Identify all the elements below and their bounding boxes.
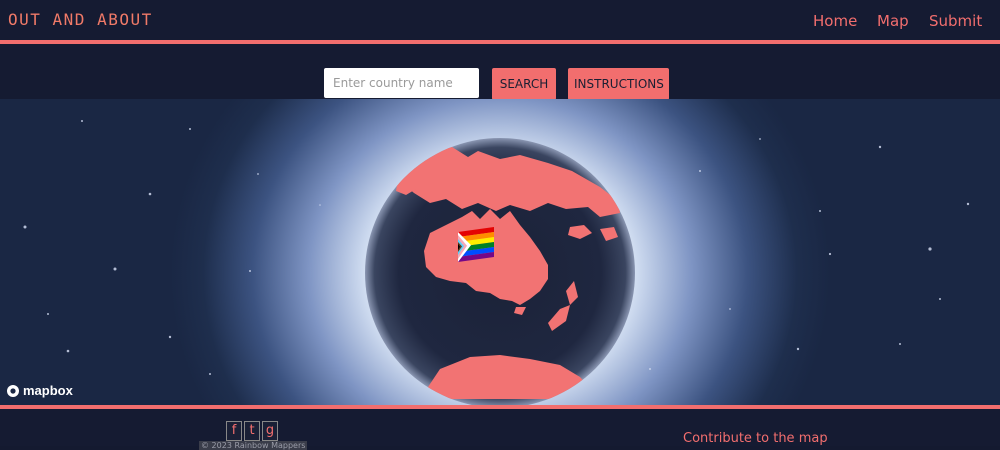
search-bar: SEARCH INSTRUCTIONS	[0, 44, 1000, 100]
facebook-icon[interactable]: f	[226, 421, 242, 441]
navbar: OUT AND ABOUT Home Map Submit	[0, 0, 1000, 44]
search-button[interactable]: SEARCH	[492, 68, 556, 100]
nav-map-link[interactable]: Map	[877, 12, 909, 30]
pride-flag-marker	[458, 226, 494, 262]
brand-logo[interactable]: OUT AND ABOUT	[8, 10, 153, 29]
nav-submit-link[interactable]: Submit	[929, 12, 982, 30]
mapbox-label: mapbox	[23, 383, 73, 398]
social-links: f t g	[226, 421, 278, 441]
twitter-icon[interactable]: t	[244, 421, 260, 441]
map-canvas	[23, 120, 970, 405]
footer: f t g © 2023 Rainbow Mappers Contribute …	[0, 405, 1000, 450]
mapbox-icon	[7, 384, 19, 397]
country-search-input[interactable]	[324, 68, 479, 98]
mapbox-logo[interactable]: mapbox	[6, 383, 73, 398]
instructions-button[interactable]: INSTRUCTIONS	[568, 68, 669, 100]
globe-map[interactable]: mapbox	[0, 99, 1000, 405]
github-icon[interactable]: g	[262, 421, 278, 441]
contribute-link[interactable]: Contribute to the map	[683, 431, 828, 446]
nav-home-link[interactable]: Home	[813, 12, 857, 30]
